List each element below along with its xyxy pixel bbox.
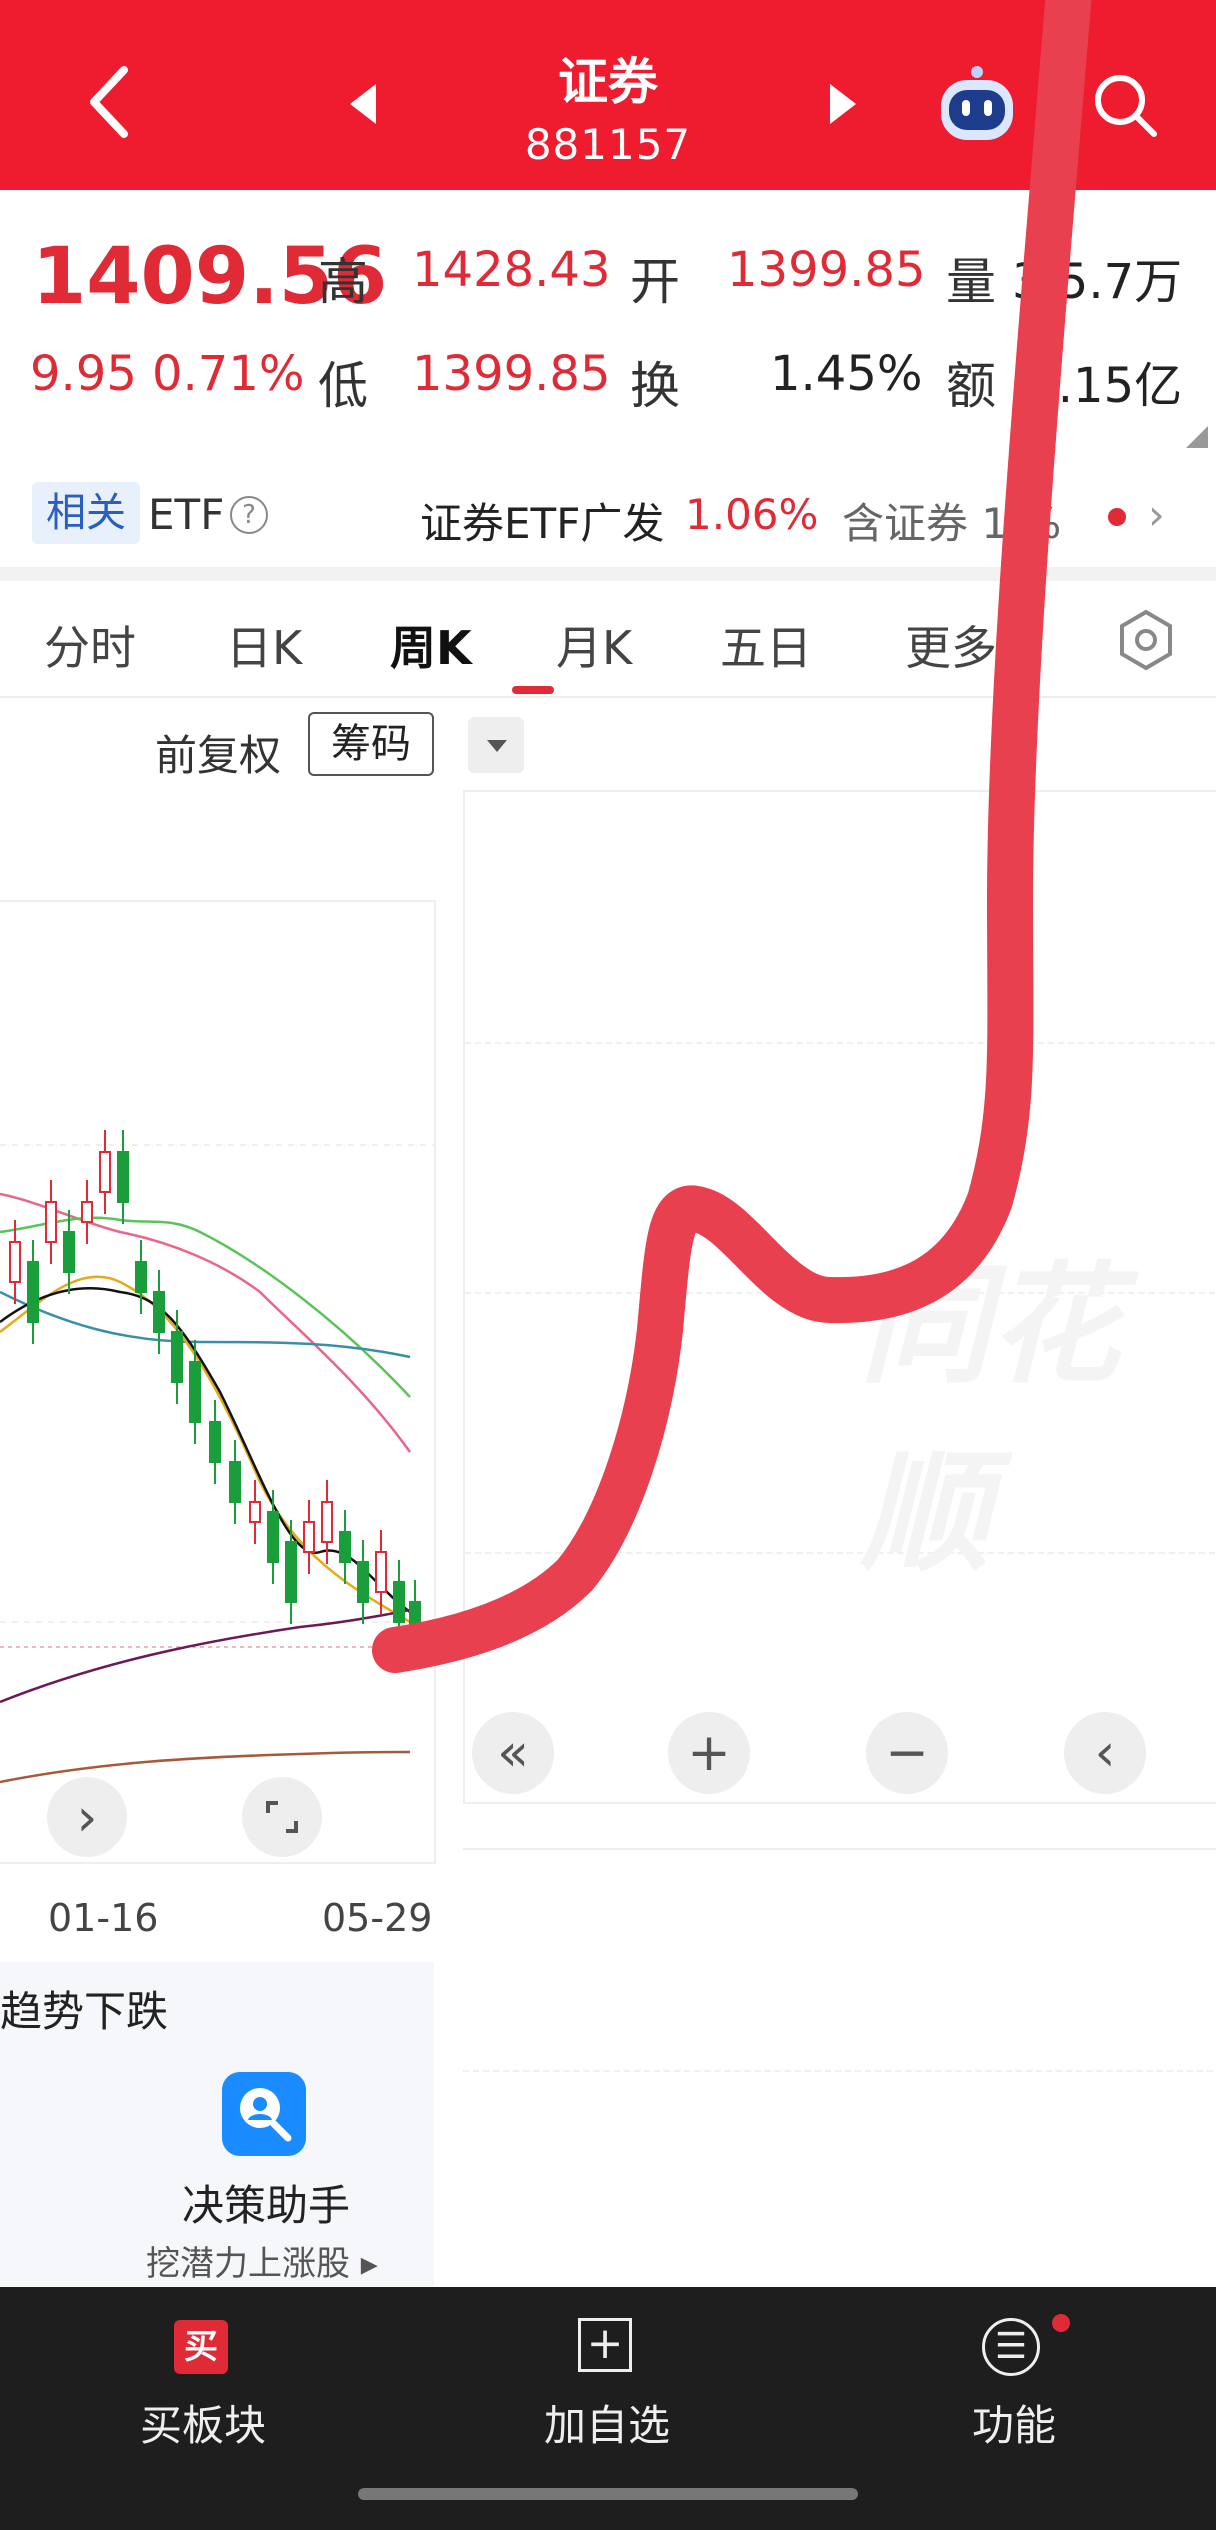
candle-body bbox=[45, 1201, 57, 1243]
candle-body bbox=[117, 1151, 129, 1203]
search-icon[interactable] bbox=[1090, 70, 1160, 140]
help-icon[interactable]: ? bbox=[230, 496, 268, 534]
etf-name[interactable]: 证券ETF广发 bbox=[420, 490, 664, 551]
candle-body bbox=[9, 1241, 21, 1283]
stock-name: 证券 bbox=[558, 53, 658, 111]
candle-body bbox=[321, 1501, 333, 1543]
turnover-value: 1.45% bbox=[770, 346, 923, 402]
section-divider bbox=[0, 567, 1216, 581]
tab-more[interactable]: 更多 bbox=[905, 612, 997, 678]
robot-assistant-icon[interactable] bbox=[935, 62, 1019, 146]
buy-sector-button[interactable]: 买板块 bbox=[140, 2392, 266, 2453]
kline-chart-svg bbox=[0, 1130, 434, 1784]
decision-assistant-icon[interactable] bbox=[222, 2072, 306, 2156]
tab-monthly-k[interactable]: 月K bbox=[556, 612, 632, 678]
x-axis-date-end: 05-29 bbox=[322, 1896, 433, 1940]
amount-label: 额 bbox=[946, 357, 996, 415]
price-adjust-label[interactable]: 前复权 bbox=[155, 722, 281, 783]
add-watchlist-icon[interactable]: + bbox=[578, 2318, 632, 2372]
tab-intraday[interactable]: 分时 bbox=[44, 612, 136, 678]
open-label: 开 bbox=[630, 253, 680, 311]
tab-daily-k[interactable]: 日K bbox=[226, 612, 302, 678]
notification-dot bbox=[1052, 2314, 1070, 2332]
x-axis-date-start: 01-16 bbox=[48, 1896, 159, 1940]
candle-body bbox=[393, 1581, 405, 1623]
high-label: 高 bbox=[318, 253, 368, 311]
add-watchlist-button[interactable]: 加自选 bbox=[544, 2392, 670, 2453]
grid-line bbox=[463, 2070, 1216, 2072]
candle-body bbox=[375, 1551, 387, 1593]
candle-body bbox=[339, 1531, 351, 1563]
card-title: 决策助手 bbox=[182, 2181, 351, 2230]
rewind-button[interactable]: « bbox=[472, 1712, 554, 1794]
candle-body bbox=[209, 1421, 221, 1463]
volume-value: 3 5.7万 bbox=[1012, 254, 1183, 310]
candle-body bbox=[409, 1601, 421, 1643]
turnover-label: 换 bbox=[630, 357, 680, 415]
etf-change-percent: 1.06% bbox=[685, 490, 819, 539]
buy-icon[interactable]: 买 bbox=[174, 2320, 228, 2374]
card-subtitle[interactable]: 挖潜力上涨股 ▸ bbox=[146, 2236, 378, 2285]
amount-value: 4 .15亿 bbox=[1012, 358, 1183, 414]
next-stock-icon[interactable] bbox=[830, 84, 856, 124]
chips-button[interactable]: 筹码 bbox=[308, 712, 434, 776]
candle-body bbox=[81, 1201, 93, 1223]
etf-label: ETF bbox=[148, 490, 225, 539]
volume-label: 量 bbox=[946, 253, 996, 311]
candle-body bbox=[249, 1501, 261, 1523]
grid-line bbox=[465, 1042, 1216, 1044]
expand-corner-icon[interactable] bbox=[1186, 426, 1208, 448]
zoom-out-button[interactable]: − bbox=[866, 1712, 948, 1794]
candle-body bbox=[189, 1361, 201, 1423]
candle-body bbox=[357, 1561, 369, 1603]
open-value: 1399.85 bbox=[727, 242, 926, 298]
lower-chart-panel bbox=[463, 1848, 1216, 2290]
candle-body bbox=[303, 1521, 315, 1553]
price-change-percent: 0.71% bbox=[152, 346, 305, 402]
zoom-in-button[interactable]: + bbox=[668, 1712, 750, 1794]
etf-holding-ratio: 含证券 1 % bbox=[842, 499, 1062, 548]
candle-body bbox=[171, 1331, 183, 1383]
functions-button[interactable]: 功能 bbox=[972, 2392, 1056, 2453]
candlestick-series bbox=[9, 1130, 421, 1664]
candle-body bbox=[135, 1261, 147, 1293]
candle-body bbox=[27, 1261, 39, 1323]
candle-body bbox=[99, 1151, 111, 1193]
notification-dot bbox=[1108, 508, 1126, 526]
dropdown-arrow-icon bbox=[487, 740, 507, 752]
tab-weekly-k[interactable]: 周K bbox=[390, 612, 472, 678]
candle-body bbox=[285, 1541, 297, 1603]
trend-label: 趋势下跌 bbox=[0, 1987, 169, 2036]
tab-five-day[interactable]: 五日 bbox=[720, 612, 812, 678]
tabs-divider bbox=[0, 696, 1216, 698]
scroll-right-button[interactable]: › bbox=[47, 1777, 127, 1857]
candle-body bbox=[267, 1511, 279, 1563]
low-label: 低 bbox=[318, 357, 368, 415]
related-badge: 相关 bbox=[32, 482, 140, 544]
stock-code: 881157 bbox=[524, 120, 692, 169]
candle-body bbox=[153, 1291, 165, 1333]
moving-average-lines bbox=[0, 1192, 412, 1784]
menu-icon[interactable]: ☰ bbox=[982, 2318, 1040, 2376]
home-indicator bbox=[358, 2488, 858, 2500]
app-watermark: 同花顺 bbox=[860, 1249, 1121, 1589]
candle-body bbox=[229, 1461, 241, 1503]
kline-chart-panel[interactable] bbox=[0, 900, 436, 1864]
high-value: 1428.43 bbox=[412, 242, 611, 298]
active-tab-indicator bbox=[512, 686, 554, 694]
settings-hexagon-icon[interactable] bbox=[1114, 608, 1178, 672]
chevron-right-icon[interactable]: › bbox=[1148, 490, 1165, 539]
candle-body bbox=[63, 1231, 75, 1273]
low-value: 1399.85 bbox=[412, 346, 611, 402]
price-change: 9.95 bbox=[30, 346, 137, 402]
fullscreen-icon[interactable] bbox=[242, 1777, 322, 1857]
scroll-left-button[interactable]: ‹ bbox=[1064, 1712, 1146, 1794]
